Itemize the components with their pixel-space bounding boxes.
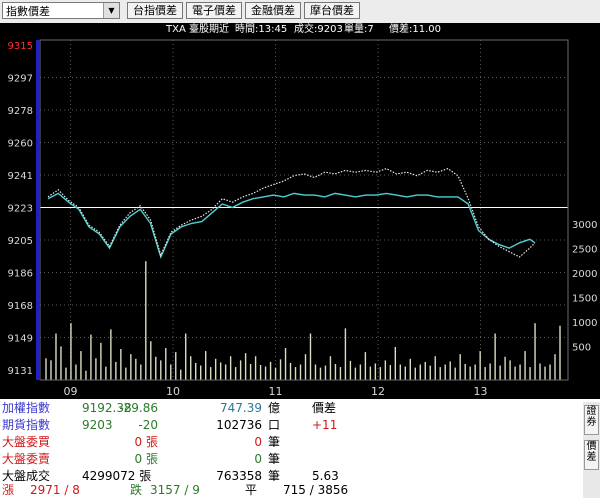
finance-spread-button[interactable]: 金融價差	[245, 2, 301, 19]
taiex-spread-button[interactable]: 台指價差	[127, 2, 183, 19]
y-tick-label: 9278	[8, 106, 33, 117]
summary-value: 4299072 張	[82, 469, 152, 483]
x-tick-label: 11	[269, 385, 283, 398]
x-tick-label: 09	[64, 385, 78, 398]
y-tick-label: 9149	[8, 334, 33, 345]
summary-change: -29.86	[119, 401, 158, 415]
down-value: 3157 / 9	[150, 483, 200, 497]
x-tick-label: 10	[166, 385, 180, 398]
summary-unit: 筆	[268, 435, 281, 449]
summary-unit: 筆	[268, 469, 281, 483]
flat-value: 715 / 3856	[283, 483, 349, 497]
tab-spread[interactable]: 價差	[584, 440, 599, 470]
y-right-tick-label: 3000	[572, 220, 597, 231]
summary-value: 9203	[82, 418, 113, 432]
summary-label: 大盤成交	[2, 469, 51, 483]
left-axis-bar	[36, 40, 39, 380]
dropdown-value: 指數價差	[6, 5, 50, 18]
summary-label: 大盤委買	[2, 435, 51, 449]
index-spread-dropdown[interactable]: 指數價差 ▼	[2, 2, 120, 19]
msci-spread-button[interactable]: 摩台價差	[304, 2, 360, 19]
tab-securities[interactable]: 證券	[584, 405, 599, 435]
side-tab-strip: 證券 價差	[583, 402, 600, 498]
y-tick-label: 9241	[8, 171, 33, 182]
summary-amount: 763358	[216, 469, 262, 483]
y-right-tick-label: 2500	[572, 245, 597, 256]
summary-unit: 億	[268, 401, 281, 415]
summary-amount: 0	[254, 435, 262, 449]
y-right-tick-label: 2000	[572, 269, 597, 280]
summary-extra: 價差	[312, 401, 337, 415]
y-right-tick-label: 500	[572, 343, 591, 354]
y-tick-label: 9297	[8, 74, 33, 85]
y-tick-label: 9131	[8, 366, 33, 377]
electronics-spread-button[interactable]: 電子價差	[186, 2, 242, 19]
chart-background	[0, 35, 600, 400]
summary-amount: 747.39	[220, 401, 262, 415]
summary-unit: 口	[268, 418, 281, 432]
y-tick-label: 9186	[8, 269, 33, 280]
y-right-tick-label: 1000	[572, 318, 597, 329]
summary-extra: +11	[312, 418, 338, 432]
toolbar: 指數價差 ▼ 台指價差 電子價差 金融價差 摩台價差	[0, 0, 600, 23]
y-right-tick-label: 1500	[572, 294, 597, 305]
chevron-down-icon[interactable]: ▼	[103, 3, 119, 18]
y-tick-label: 9223	[8, 204, 33, 215]
market-summary-panel: 加權指數 9192.38 -29.86 747.39 億價差 期貨指數 9203 -20 102…	[0, 399, 600, 498]
y-tick-label: 9260	[8, 139, 33, 150]
summary-label: 大盤委賣	[2, 452, 51, 466]
price-chart[interactable]: 9315 9297 9278 9260 9241 9223 9205 9186 9168 9149…	[0, 35, 600, 400]
up-value: 2971 / 8	[30, 483, 80, 497]
y-tick-label: 9315	[8, 41, 33, 52]
up-label: 漲	[2, 483, 15, 497]
y-tick-label: 9168	[8, 301, 33, 312]
summary-amount: 102736	[216, 418, 262, 432]
summary-change: 0 張	[134, 435, 158, 449]
summary-extra: 5.63	[312, 469, 339, 483]
summary-unit: 筆	[268, 452, 281, 466]
x-tick-label: 12	[371, 385, 385, 398]
summary-change: -20	[138, 418, 158, 432]
flat-label: 平	[245, 483, 258, 497]
y-tick-label: 9205	[8, 236, 33, 247]
summary-amount: 0	[254, 452, 262, 466]
summary-label: 加權指數	[2, 401, 51, 415]
summary-change: 0 張	[134, 452, 158, 466]
x-tick-label: 13	[474, 385, 488, 398]
down-label: 跌	[130, 483, 143, 497]
summary-label: 期貨指數	[2, 418, 51, 432]
